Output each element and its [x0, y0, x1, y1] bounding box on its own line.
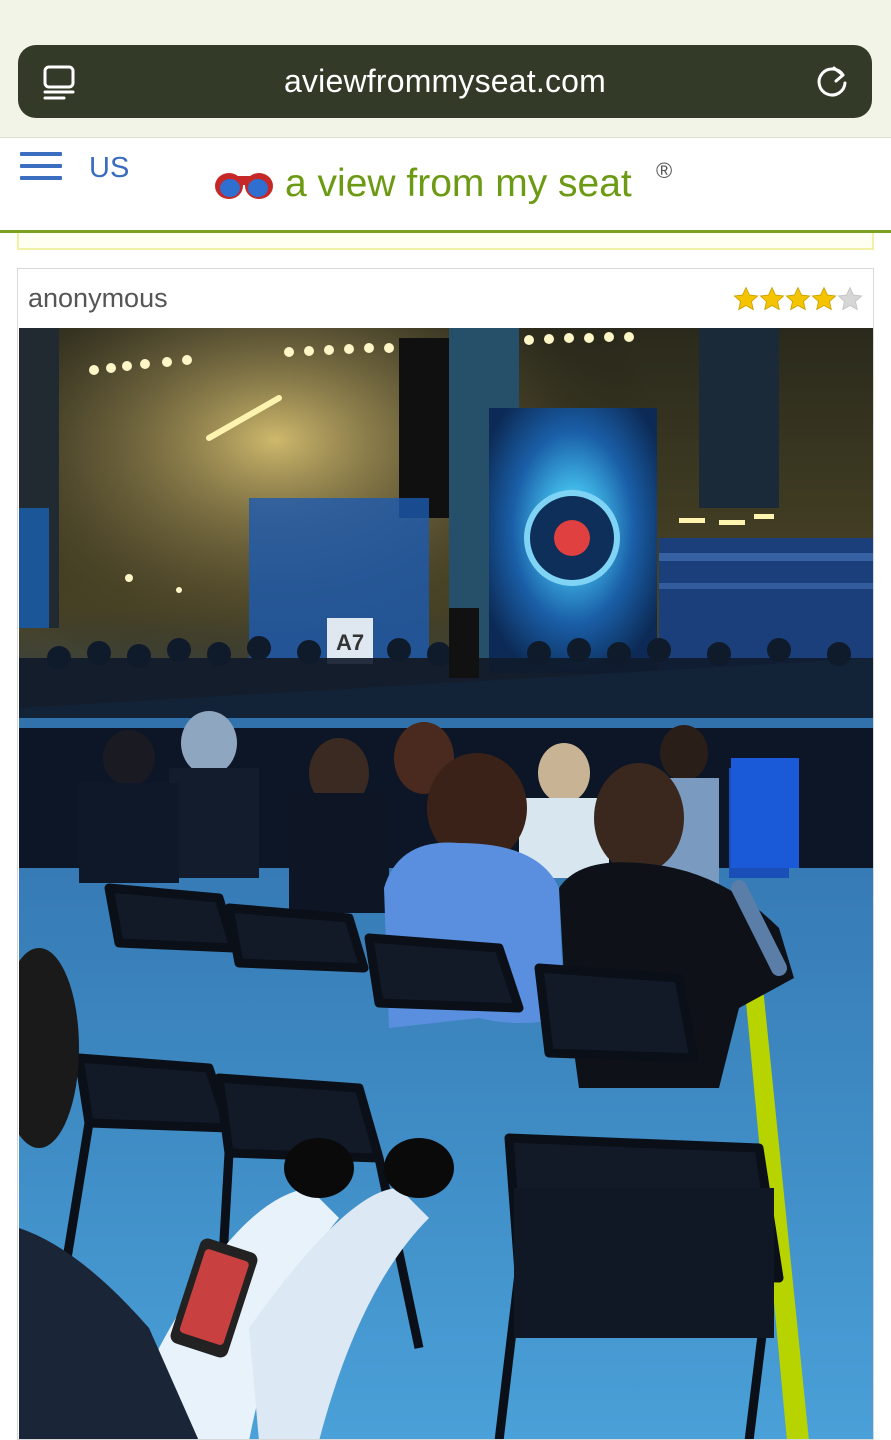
site-header: US a view from my seat ® [0, 138, 891, 233]
brand-name: a view from my seat [285, 162, 632, 205]
notice-strip [17, 233, 874, 250]
star-icon [785, 286, 811, 311]
star-icon [733, 286, 759, 311]
section-sign: A7 [336, 630, 364, 655]
reload-icon[interactable] [812, 61, 852, 101]
review-author: anonymous [28, 283, 168, 313]
concert-photo: A7 [19, 328, 873, 1439]
region-link[interactable]: US [89, 152, 129, 185]
address-bar[interactable]: aviewfrommyseat.com [18, 45, 872, 118]
seat-view-photo[interactable]: A7 [19, 328, 873, 1439]
registered-mark: ® [656, 158, 673, 183]
rating-stars [733, 286, 863, 312]
site-logo-link[interactable]: a view from my seat ® [213, 158, 672, 206]
star-icon [759, 286, 785, 311]
tabs-icon[interactable] [40, 63, 78, 101]
review-card: anonymous A7 [17, 268, 874, 1440]
hamburger-icon[interactable] [20, 152, 64, 184]
browser-toolbar: aviewfrommyseat.com [0, 0, 891, 138]
binoculars-logo [215, 173, 273, 199]
star-icon [837, 286, 863, 311]
star-icon [811, 286, 837, 311]
url-text[interactable]: aviewfrommyseat.com [284, 63, 606, 100]
review-header: anonymous [18, 269, 873, 328]
